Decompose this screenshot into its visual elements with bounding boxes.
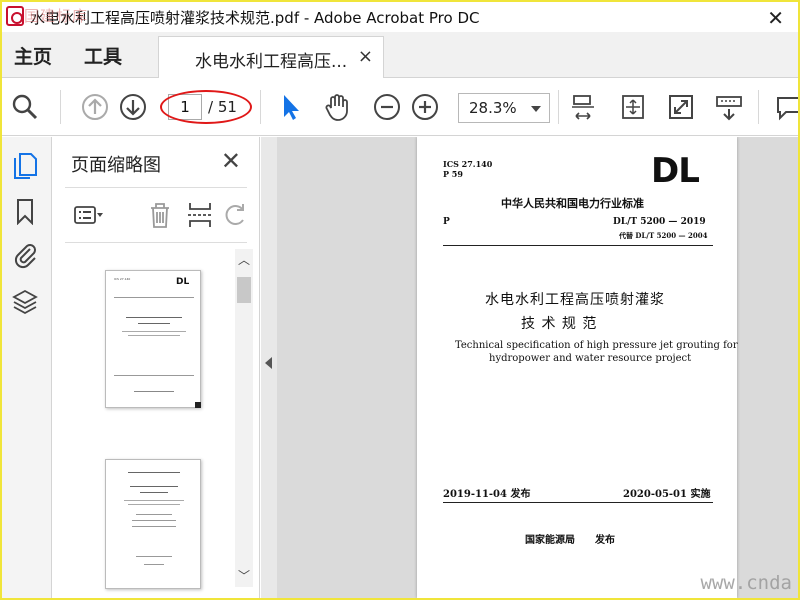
dl-logo: DL xyxy=(651,151,700,191)
hand-tool-icon[interactable] xyxy=(322,92,352,122)
window-title: 水电水利工程高压喷射灌浆技术规范.pdf - Adobe Acrobat Pro… xyxy=(30,9,480,27)
class-code: P 59 xyxy=(443,169,463,179)
issuing-authority: 国家能源局 xyxy=(525,535,575,546)
search-icon[interactable] xyxy=(10,92,40,122)
panel-close-button[interactable]: ✕ xyxy=(221,147,241,175)
tab-home[interactable]: 主页 xyxy=(14,42,52,69)
document-tab-label: 水电水利工程高压... xyxy=(195,52,348,72)
panel-splitter[interactable] xyxy=(261,137,277,598)
comment-icon[interactable] xyxy=(774,92,798,122)
thumb-title-line xyxy=(138,323,170,324)
zoom-in-icon[interactable] xyxy=(410,92,440,122)
footer-rule xyxy=(443,502,713,503)
rotate-icon[interactable] xyxy=(221,200,251,230)
tab-bar: 主页 工具 水电水利工程高压... × xyxy=(2,32,798,78)
bookmark-icon[interactable] xyxy=(11,197,39,226)
thumb-text-line xyxy=(136,514,172,515)
thumb-issuer-line xyxy=(134,391,174,392)
red-highlight-annotation xyxy=(160,90,252,124)
title-chinese-line-2: 技 术 规 范 xyxy=(521,316,598,332)
thumb-title-line xyxy=(128,335,180,336)
title-english-line-1: Technical specification of high pressure… xyxy=(455,340,738,351)
layers-icon[interactable] xyxy=(11,287,39,315)
title-bar: 水电水利工程高压喷射灌浆技术规范.pdf - Adobe Acrobat Pro… xyxy=(2,2,798,32)
page-thumbnail-1[interactable]: ICS 27.140 DL xyxy=(105,270,201,408)
tab-tools[interactable]: 工具 xyxy=(84,42,122,69)
chevron-down-icon xyxy=(531,106,541,112)
attachment-icon[interactable] xyxy=(11,241,39,269)
thumb-text-line xyxy=(132,526,176,527)
insert-pages-icon[interactable] xyxy=(185,200,215,230)
panel-title: 页面缩略图 xyxy=(71,155,161,176)
standard-number: DL/T 5200 — 2019 xyxy=(613,217,706,227)
thumb-text-line xyxy=(132,520,176,521)
tab-document[interactable]: 水电水利工程高压... × xyxy=(158,36,384,78)
ics-code: ICS 27.140 xyxy=(443,159,493,169)
thumbnails-list: ICS 27.140 DL 1 xyxy=(53,249,235,598)
replaces-standard: 代替 DL/T 5200 — 2004 xyxy=(619,231,708,240)
implementation-date: 2020-05-01 实施 xyxy=(623,489,711,500)
thumb-dl-logo: DL xyxy=(176,277,190,287)
watermark-bottom-url: www.cnda xyxy=(700,572,792,594)
issue-date: 2019-11-04 发布 xyxy=(443,489,531,500)
toolbar-separator xyxy=(558,90,559,124)
thumb-rule xyxy=(114,297,194,298)
thumbnails-scrollbar[interactable]: ︿ ﹀ xyxy=(235,249,253,587)
next-page-icon[interactable] xyxy=(118,92,148,122)
acrobat-logo-icon xyxy=(6,6,24,26)
thumb-title-line xyxy=(122,331,186,332)
document-tab-close-button[interactable]: × xyxy=(358,46,373,67)
toolbar-separator xyxy=(758,90,759,124)
title-english-line-2: hydropower and water resource project xyxy=(489,353,692,364)
page-thumbnails-icon[interactable] xyxy=(11,151,39,179)
thumb-title-line xyxy=(126,317,182,318)
pdf-page: ICS 27.140 P 59 DL 中华人民共和国电力行业标准 P DL/T … xyxy=(417,137,738,598)
page-thumbnail-2[interactable] xyxy=(105,459,201,589)
thumb-text-line xyxy=(144,564,164,565)
title-chinese-line-1: 水电水利工程高压喷射灌浆 xyxy=(485,292,665,308)
page-thumbnails-panel: 页面缩略图 ✕ ICS 27.140 DL ︿ ﹀ xyxy=(53,137,260,598)
thumb-text: ICS 27.140 xyxy=(114,277,131,281)
scroll-up-icon[interactable]: ︿ xyxy=(237,253,251,267)
industry-standard-label: 中华人民共和国电力行业标准 xyxy=(501,197,644,210)
thumb-text-line xyxy=(136,556,172,557)
acrobat-window: 水电水利工程高压喷射灌浆技术规范.pdf - Adobe Acrobat Pro… xyxy=(2,2,798,598)
collapse-panel-icon[interactable] xyxy=(265,357,272,369)
toolbar-separator xyxy=(60,90,61,124)
thumbnail-options-icon[interactable] xyxy=(73,200,103,230)
zoom-level-dropdown[interactable]: 28.3% xyxy=(458,93,550,123)
thumb-title-line xyxy=(130,486,178,487)
header-rule xyxy=(443,245,713,246)
thumb-title-line xyxy=(128,504,180,505)
thumb-rule xyxy=(114,375,194,376)
document-view[interactable]: ICS 27.140 P 59 DL 中华人民共和国电力行业标准 P DL/T … xyxy=(277,137,798,598)
previous-page-icon[interactable] xyxy=(80,92,110,122)
thumb-title-line xyxy=(128,472,180,473)
scrollbar-thumb[interactable] xyxy=(237,277,251,303)
select-cursor-icon[interactable] xyxy=(276,92,306,122)
thumb-corner-marker xyxy=(195,402,201,408)
keyboard-read-mode-icon[interactable] xyxy=(714,92,744,122)
thumb-title-line xyxy=(124,500,184,501)
scroll-down-icon[interactable]: ﹀ xyxy=(237,569,251,583)
toolbar-separator xyxy=(260,90,261,124)
main-toolbar: 1 / 51 28.3% xyxy=(2,78,798,136)
panel-toolbar xyxy=(65,187,247,243)
issue-label: 发布 xyxy=(595,535,615,546)
zoom-value: 28.3% xyxy=(469,99,517,117)
trash-icon[interactable] xyxy=(145,200,175,230)
window-close-button[interactable]: ✕ xyxy=(767,6,784,30)
thumb-title-line xyxy=(140,492,168,493)
watermark-top-logo: 国建标库 xyxy=(24,7,89,25)
navigation-rail xyxy=(2,137,52,598)
full-screen-icon[interactable] xyxy=(666,92,696,122)
fit-page-icon[interactable] xyxy=(618,92,648,122)
class-letter: P xyxy=(443,217,450,227)
zoom-out-icon[interactable] xyxy=(372,92,402,122)
fit-page-height-icon[interactable] xyxy=(568,92,598,122)
